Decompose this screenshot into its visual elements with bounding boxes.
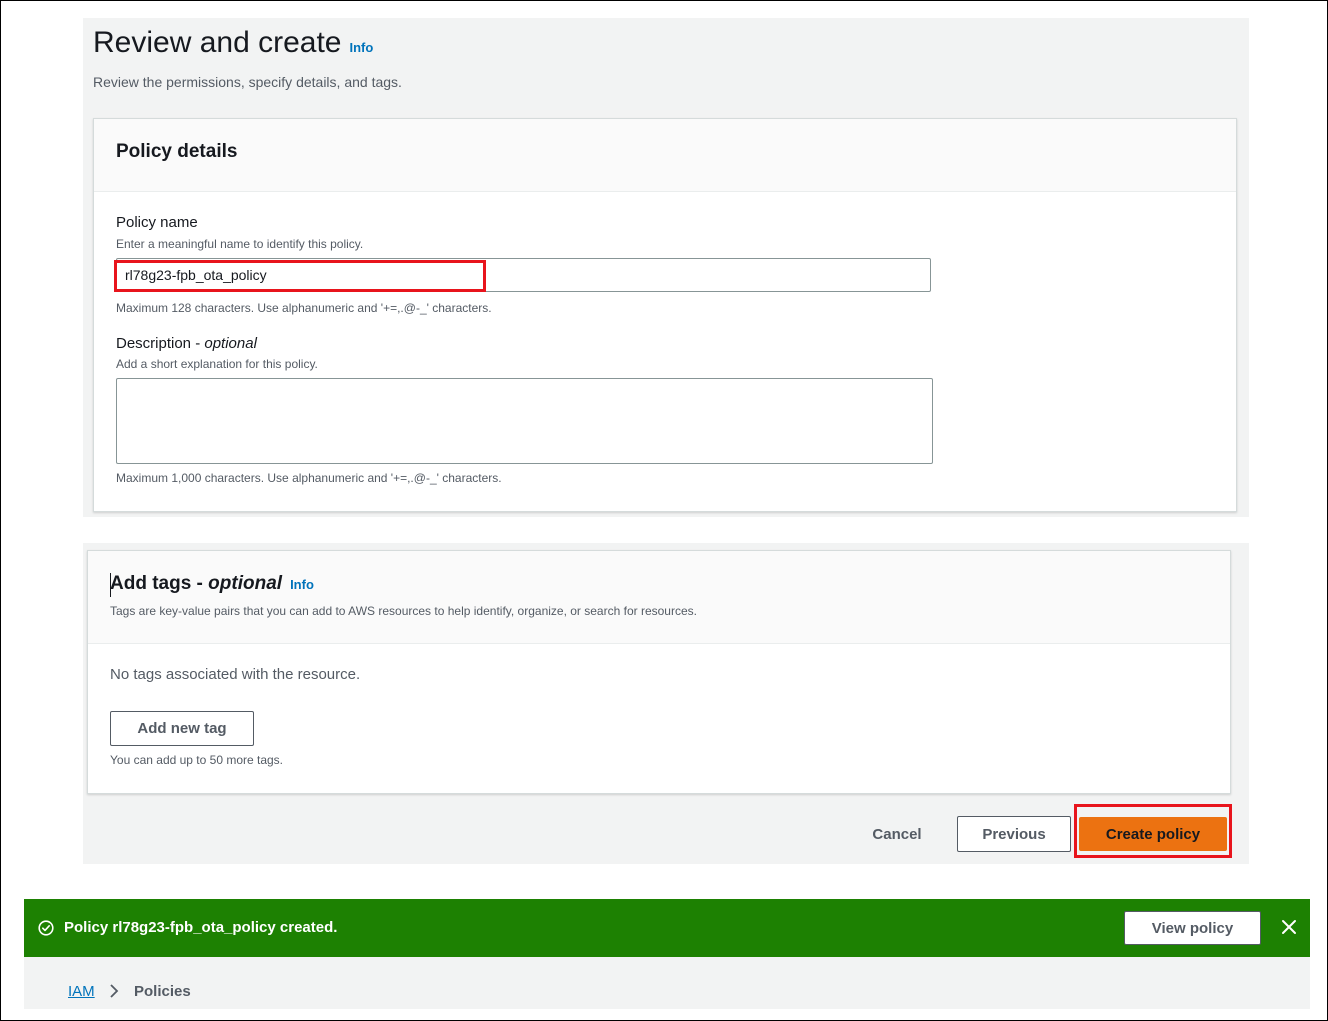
description-optional-text: optional	[204, 335, 257, 352]
add-new-tag-button[interactable]: Add new tag	[110, 711, 254, 746]
add-tags-title-text: Add tags -	[110, 573, 209, 594]
add-tags-panel: Add tags - optional Info Tags are key-val…	[87, 550, 1231, 794]
policy-details-panel: Policy details Policy name Enter a meani…	[93, 118, 1237, 512]
add-tags-description: Tags are key-value pairs that you can ad…	[110, 604, 697, 618]
chevron-right-icon	[110, 984, 119, 998]
page-title: Review and create Info	[93, 26, 373, 60]
policy-name-description: Enter a meaningful name to identify this…	[116, 237, 364, 251]
flash-message: Policy rl78g23-fpb_ota_policy created.	[64, 919, 338, 936]
description-constraint: Maximum 1,000 characters. Use alphanumer…	[116, 471, 502, 485]
description-label: Description - optional	[116, 335, 257, 352]
description-label-text: Description -	[116, 335, 205, 352]
policy-name-label: Policy name	[116, 214, 198, 231]
page-title-text: Review and create	[93, 26, 342, 59]
page-subtitle: Review the permissions, specify details,…	[93, 74, 402, 90]
screenshot-frame: Review and create Info Review the permiss…	[0, 0, 1328, 1021]
policy-name-input[interactable]	[116, 258, 931, 292]
add-tags-header: Add tags - optional Info Tags are key-val…	[88, 551, 1230, 644]
check-circle-icon	[38, 920, 54, 936]
description-textarea[interactable]	[116, 378, 933, 464]
tags-info-link[interactable]: Info	[290, 577, 314, 592]
tags-limit-text: You can add up to 50 more tags.	[110, 753, 284, 767]
previous-button[interactable]: Previous	[957, 816, 1071, 852]
breadcrumb-iam-link[interactable]: IAM	[68, 983, 95, 1000]
title-info-link[interactable]: Info	[349, 40, 373, 55]
create-policy-wizard: Review and create Info Review the permiss…	[83, 18, 1249, 864]
policy-name-constraint: Maximum 128 characters. Use alphanumeric…	[116, 301, 492, 315]
policy-details-header: Policy details	[94, 119, 1236, 192]
breadcrumb: IAM Policies	[24, 957, 1310, 1009]
no-tags-message: No tags associated with the resource.	[110, 666, 361, 683]
create-policy-button[interactable]: Create policy	[1079, 817, 1227, 851]
policy-details-heading: Policy details	[116, 141, 238, 162]
add-tags-title: Add tags - optional Info	[110, 573, 314, 595]
breadcrumb-current: Policies	[134, 983, 191, 1000]
cancel-button[interactable]: Cancel	[859, 818, 935, 850]
close-icon[interactable]	[1277, 915, 1301, 939]
success-flashbar: Policy rl78g23-fpb_ota_policy created. V…	[24, 899, 1310, 957]
description-hint: Add a short explanation for this policy.	[116, 357, 318, 371]
section-divider	[83, 517, 1249, 543]
add-tags-optional-text: optional	[208, 573, 283, 594]
view-policy-button[interactable]: View policy	[1124, 911, 1261, 945]
